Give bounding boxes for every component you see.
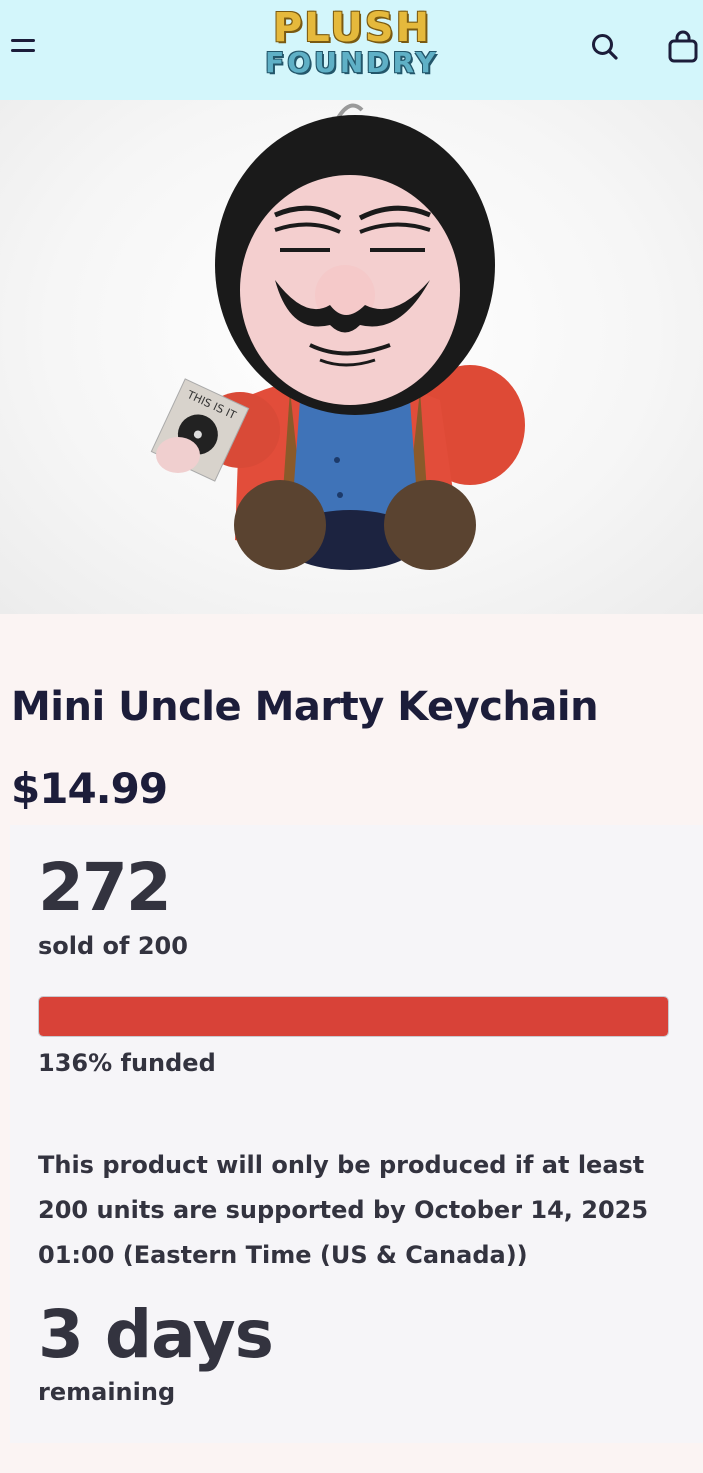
site-logo[interactable]: PLUSH FOUNDRY (250, 8, 454, 88)
funding-progress-bar (38, 996, 669, 1037)
sold-count: 272 (38, 849, 172, 926)
production-notice: This product will only be produced if at… (38, 1151, 649, 1269)
logo-text-bottom: FOUNDRY (265, 46, 439, 79)
sold-of-label: sold of 200 (38, 932, 188, 960)
funded-label: 136% funded (38, 1049, 216, 1077)
search-icon[interactable] (590, 32, 620, 62)
days-remaining-value: 3 days (38, 1296, 274, 1373)
product-image: THIS IS IT (150, 103, 525, 570)
site-header: PLUSH FOUNDRY (0, 0, 703, 100)
menu-icon[interactable] (10, 36, 36, 56)
product-image-gallery[interactable]: THIS IS IT (0, 100, 703, 614)
shopping-bag-icon[interactable] (666, 30, 700, 64)
product-title: Mini Uncle Marty Keychain (11, 684, 599, 730)
remaining-label: remaining (38, 1378, 176, 1406)
funding-progress-fill (39, 997, 668, 1036)
product-price: $14.99 (11, 764, 168, 813)
crowdfunding-panel: 272 sold of 200 136% funded This product… (10, 825, 703, 1443)
logo-text-top: PLUSH (272, 5, 432, 51)
